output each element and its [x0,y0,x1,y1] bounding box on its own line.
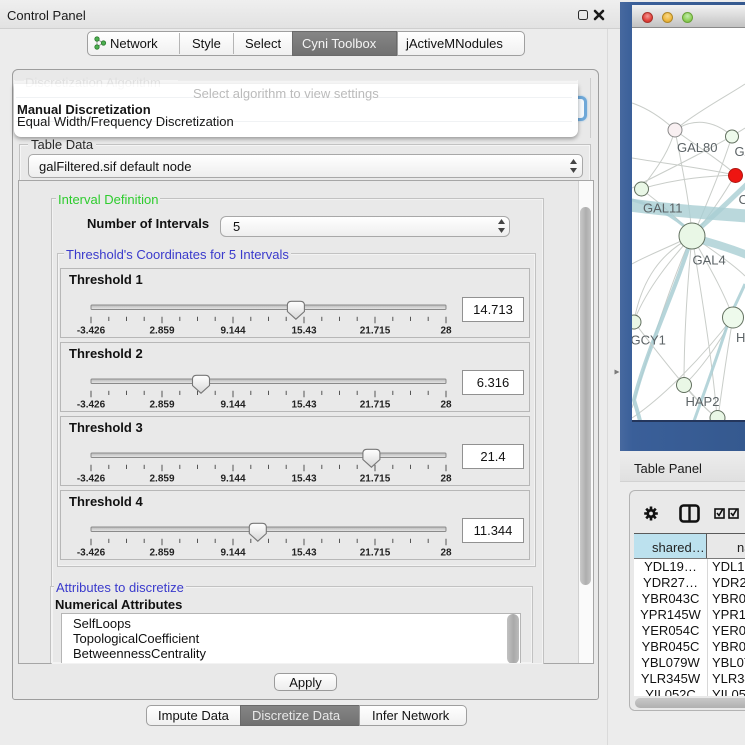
svg-text:H: H [736,330,745,345]
svg-text:21.715: 21.715 [360,474,391,485]
svg-text:C: C [739,192,745,207]
svg-text:2.859: 2.859 [149,326,174,337]
svg-text:28: 28 [440,400,452,411]
svg-text:28: 28 [440,474,452,485]
svg-text:2.859: 2.859 [149,474,174,485]
svg-text:GA: GA [735,144,745,159]
svg-text:-3.426: -3.426 [77,326,106,337]
svg-text:28: 28 [440,326,452,337]
svg-text:15.43: 15.43 [291,326,316,337]
svg-text:9.144: 9.144 [220,548,245,559]
svg-text:2.859: 2.859 [149,400,174,411]
svg-text:21.715: 21.715 [360,326,391,337]
svg-text:15.43: 15.43 [291,474,316,485]
svg-text:GAL80: GAL80 [677,140,717,155]
svg-text:9.144: 9.144 [220,474,245,485]
svg-text:21.715: 21.715 [360,548,391,559]
svg-text:15.43: 15.43 [291,548,316,559]
svg-text:GAL11: GAL11 [643,201,683,216]
svg-text:9.144: 9.144 [220,400,245,411]
svg-text:GAL4: GAL4 [693,253,726,268]
svg-text:-3.426: -3.426 [77,548,106,559]
svg-text:GCY1: GCY1 [632,333,666,348]
svg-text:-3.426: -3.426 [77,400,106,411]
svg-text:9.144: 9.144 [220,326,245,337]
svg-text:21.715: 21.715 [360,400,391,411]
svg-text:28: 28 [440,548,452,559]
svg-text:15.43: 15.43 [291,400,316,411]
svg-text:2.859: 2.859 [149,548,174,559]
svg-text:HAP2: HAP2 [686,394,720,409]
svg-text:-3.426: -3.426 [77,474,106,485]
